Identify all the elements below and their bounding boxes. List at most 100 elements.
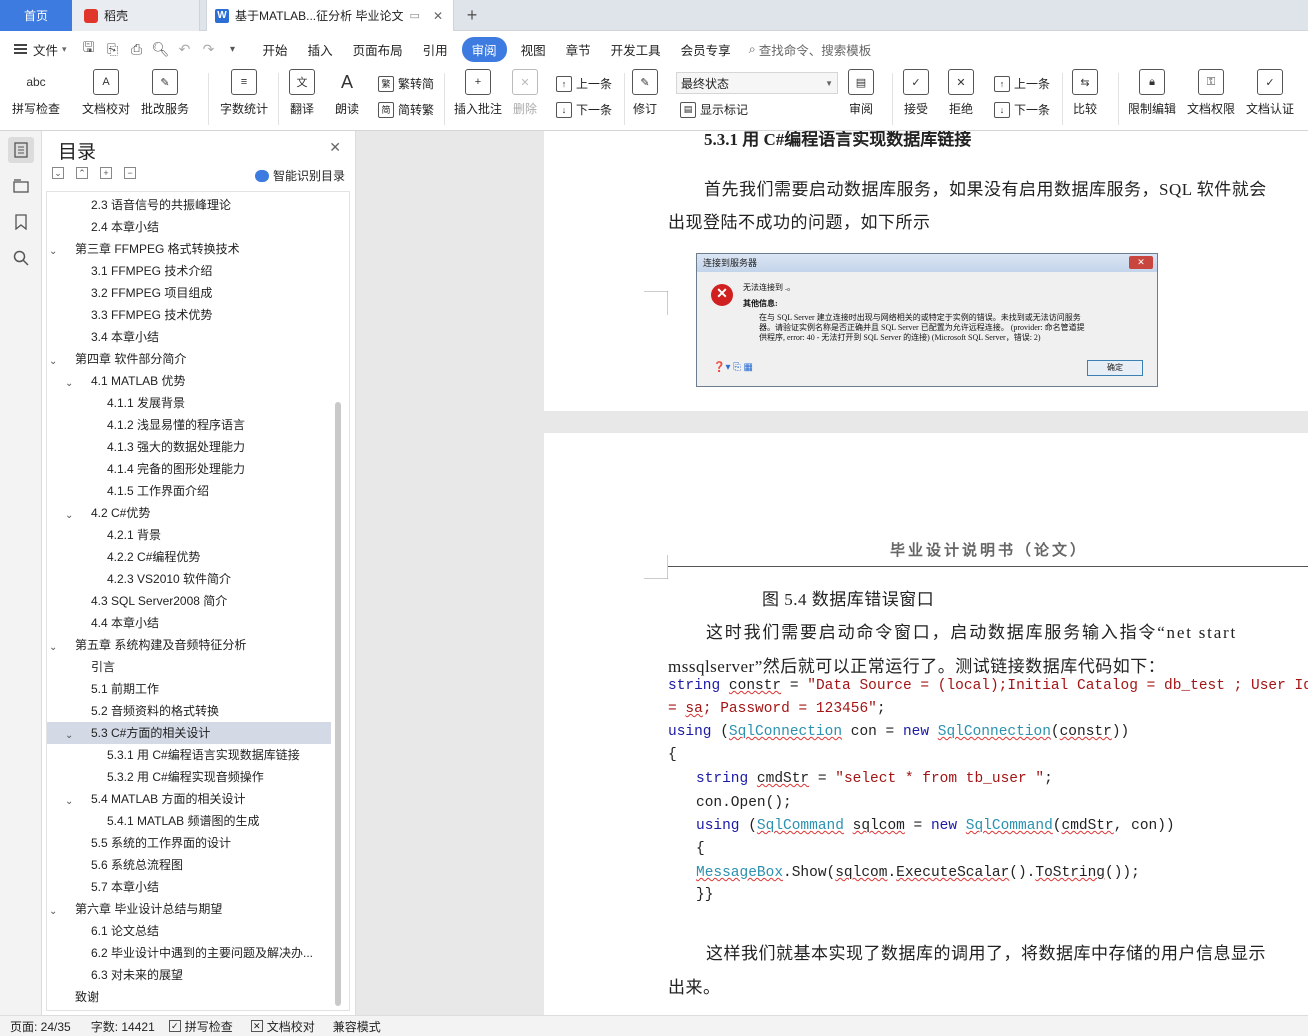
toc-item[interactable]: ⌄ 5.4 MATLAB 方面的相关设计 xyxy=(47,788,331,810)
toc-item[interactable]: 6.1 论文总结 xyxy=(47,920,331,942)
menu-tab-insert[interactable]: 插入 xyxy=(298,40,343,59)
menu-tab-view[interactable]: 视图 xyxy=(511,40,556,59)
toc-item[interactable]: 致谢 xyxy=(47,986,331,1008)
toc-item[interactable]: ⌄ 4.2 C#优势 xyxy=(47,502,331,524)
chevron-down-icon[interactable]: ⌄ xyxy=(65,373,75,389)
tab-home[interactable]: 首页 xyxy=(0,0,72,31)
translate-button[interactable]: 文翻译 xyxy=(289,69,315,117)
find-icon[interactable] xyxy=(8,245,34,271)
menu-tab-reference[interactable]: 引用 xyxy=(413,40,458,59)
menu-tab-layout[interactable]: 页面布局 xyxy=(343,40,413,59)
toc-item[interactable]: 4.2.1 背景 xyxy=(47,524,331,546)
toc-item[interactable]: 2.3 语音信号的共振峰理论 xyxy=(47,194,331,216)
toc-item[interactable]: 4.1.4 完备的图形处理能力 xyxy=(47,458,331,480)
track-changes-button[interactable]: ✎ 修订 xyxy=(632,69,658,117)
tab-close-icon[interactable]: ✕ xyxy=(433,9,443,23)
customize-icon[interactable]: ▾ xyxy=(225,41,241,57)
chevron-down-icon[interactable]: ⌄ xyxy=(65,505,75,521)
monitor-icon[interactable]: ▭ xyxy=(409,9,419,22)
toc-item[interactable]: 5.3.1 用 C#编程语言实现数据库链接 xyxy=(47,744,331,766)
menu-tab-review[interactable]: 审阅 xyxy=(461,36,507,62)
chevron-down-icon[interactable]: ⌄ xyxy=(49,241,59,257)
document-canvas[interactable]: 5.3.1 用 C#编程语言实现数据库链接 首先我们需要启动数据库服务，如果没有… xyxy=(356,131,1308,1015)
doc-cert-button[interactable]: ✓ 文档认证 xyxy=(1246,69,1294,117)
command-search[interactable]: ⌕ 查找命令、搜索模板 xyxy=(749,40,872,59)
toc-item[interactable]: 5.5 系统的工作界面的设计 xyxy=(47,832,331,854)
toc-item[interactable]: 引言 xyxy=(47,656,331,678)
tab-daoke[interactable]: 稻壳 xyxy=(72,0,200,31)
toc-item[interactable]: 5.7 本章小结 xyxy=(47,876,331,898)
chevron-down-icon[interactable]: ⌄ xyxy=(65,725,75,741)
reject-button[interactable]: ✕ 拒绝 xyxy=(948,69,974,117)
toc-item[interactable]: 5.4.1 MATLAB 频谱图的生成 xyxy=(47,810,331,832)
menu-tab-developer[interactable]: 开发工具 xyxy=(601,40,671,59)
batch-service-button[interactable]: ✎ 批改服务 xyxy=(141,69,189,117)
insert-comment-button[interactable]: + 插入批注 xyxy=(454,69,502,117)
trad-to-simp-button[interactable]: 繁繁转简 xyxy=(378,75,434,92)
chevron-down-icon[interactable]: ⌄ xyxy=(65,791,75,807)
chevron-down-icon[interactable]: ⌄ xyxy=(49,901,59,917)
prev-comment-button[interactable]: ↑ 上一条 xyxy=(556,75,612,92)
menu-tab-chapter[interactable]: 章节 xyxy=(556,40,601,59)
new-tab-button[interactable]: + xyxy=(462,0,482,31)
toc-item[interactable]: ⌄ 第三章 FFMPEG 格式转换技术 xyxy=(47,238,331,260)
print-preview-icon[interactable]: 🔍︎ xyxy=(152,41,170,57)
toc-item[interactable]: ⌄ 5.3 C#方面的相关设计 xyxy=(47,722,331,744)
toc-item[interactable]: 4.1.5 工作界面介绍 xyxy=(47,480,331,502)
spell-check-status[interactable]: ✓ 拼写检查 xyxy=(168,1018,233,1035)
file-menu[interactable]: 文件 ▾ xyxy=(0,40,77,59)
toc-item[interactable]: ⌄ 4.1 MATLAB 优势 xyxy=(47,370,331,392)
toc-item[interactable]: 4.4 本章小结 xyxy=(47,612,331,634)
toc-item[interactable]: 3.1 FFMPEG 技术介绍 xyxy=(47,260,331,282)
toc-item[interactable]: 4.1.3 强大的数据处理能力 xyxy=(47,436,331,458)
remove-heading-icon[interactable]: − xyxy=(124,167,136,179)
compare-button[interactable]: ⇆ 比较 xyxy=(1072,69,1098,117)
doc-proof-status[interactable]: ✕ 文档校对 xyxy=(250,1018,315,1035)
prev-change-button[interactable]: ↑ 上一条 xyxy=(994,75,1050,92)
chevron-down-icon[interactable]: ⌄ xyxy=(49,351,59,367)
menu-tab-member[interactable]: 会员专享 xyxy=(671,40,741,59)
chapter-nav-icon[interactable] xyxy=(8,173,34,199)
toc-panel-icon[interactable] xyxy=(8,137,34,163)
tab-document[interactable]: W 基于MATLAB...征分析 毕业论文 ▭ ✕ xyxy=(206,0,454,31)
simp-to-trad-button[interactable]: 简简转繁 xyxy=(378,101,434,118)
toc-item[interactable]: 4.3 SQL Server2008 简介 xyxy=(47,590,331,612)
print-icon[interactable]: ⎙ xyxy=(129,41,145,57)
page-indicator[interactable]: 页面: 24/35 xyxy=(10,1018,71,1035)
toc-item[interactable]: 3.4 本章小结 xyxy=(47,326,331,348)
restrict-edit-button[interactable]: 🔒︎ 限制编辑 xyxy=(1128,69,1176,117)
toc-item[interactable]: 5.2 音频资料的格式转换 xyxy=(47,700,331,722)
menu-tab-start[interactable]: 开始 xyxy=(253,40,298,59)
undo-icon[interactable]: ↶ xyxy=(177,41,193,57)
toc-item[interactable]: ⌄ 第五章 系统构建及音频特征分析 xyxy=(47,634,331,656)
smart-toc-button[interactable]: 智能识别目录 xyxy=(254,167,345,184)
read-aloud-button[interactable]: A 朗读 xyxy=(334,69,360,117)
collapse-all-icon[interactable]: ⌄ xyxy=(52,167,64,179)
word-count-button[interactable]: ≡ 字数统计 xyxy=(220,69,268,117)
redo-icon[interactable]: ↷ xyxy=(201,41,217,57)
toc-item[interactable]: 5.1 前期工作 xyxy=(47,678,331,700)
toc-item[interactable]: 4.1.1 发展背景 xyxy=(47,392,331,414)
expand-all-icon[interactable]: ⌃ xyxy=(76,167,88,179)
toc-item[interactable]: 5.6 系统总流程图 xyxy=(47,854,331,876)
next-change-button[interactable]: ↓ 下一条 xyxy=(994,101,1050,118)
toc-scrollbar[interactable] xyxy=(335,402,341,1006)
add-heading-icon[interactable]: + xyxy=(100,167,112,179)
toc-item[interactable]: 6.3 对未来的展望 xyxy=(47,964,331,986)
toc-item[interactable]: 3.2 FFMPEG 项目组成 xyxy=(47,282,331,304)
next-comment-button[interactable]: ↓ 下一条 xyxy=(556,101,612,118)
toc-item[interactable]: 4.1.2 浅显易懂的程序语言 xyxy=(47,414,331,436)
save-icon[interactable]: 🖫 xyxy=(81,39,97,57)
toc-item[interactable]: ⌄ 第六章 毕业设计总结与期望 xyxy=(47,898,331,920)
close-icon[interactable]: ✕ xyxy=(329,139,341,156)
bookmark-icon[interactable] xyxy=(8,209,34,235)
display-state-select[interactable]: 最终状态 ▼ xyxy=(676,72,838,94)
word-count-indicator[interactable]: 字数: 14421 xyxy=(91,1018,155,1035)
review-pane-button[interactable]: ▤ 审阅 xyxy=(848,69,874,117)
delete-comment-button[interactable]: ✕ 删除 xyxy=(512,69,538,117)
toc-item[interactable]: 4.2.3 VS2010 软件简介 xyxy=(47,568,331,590)
chevron-down-icon[interactable]: ⌄ xyxy=(49,637,59,653)
toc-item[interactable]: 3.3 FFMPEG 技术优势 xyxy=(47,304,331,326)
doc-rights-button[interactable]: ⚿ 文档权限 xyxy=(1187,69,1235,117)
toc-item[interactable]: 6.2 毕业设计中遇到的主要问题及解决办... xyxy=(47,942,331,964)
